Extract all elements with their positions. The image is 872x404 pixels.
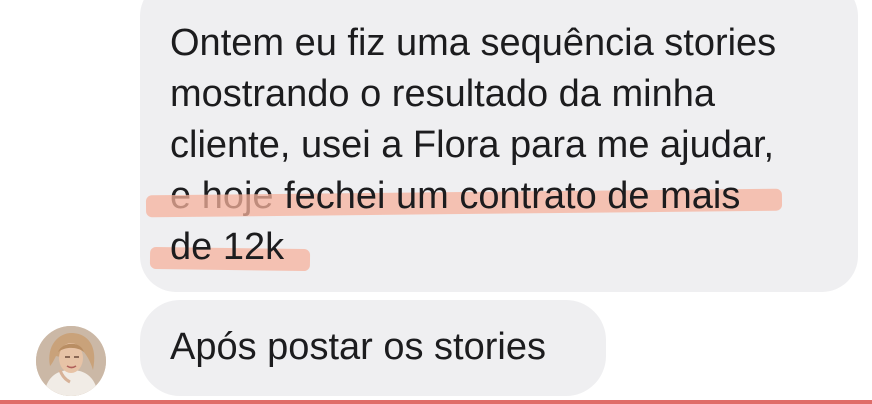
message-text: Após postar os stories — [170, 326, 546, 368]
bottom-edge — [0, 400, 872, 404]
avatar[interactable] — [36, 326, 106, 396]
message-line: Ontem eu fiz uma sequência stories — [170, 22, 777, 64]
message-bubble[interactable]: Após postar os stories — [140, 300, 606, 396]
user-avatar-photo-icon — [36, 326, 106, 396]
message-text: Ontem eu fiz uma sequência stories mostr… — [170, 18, 776, 273]
message-line: mostrando o resultado da minha — [170, 73, 715, 115]
message-bubble[interactable]: Ontem eu fiz uma sequência stories mostr… — [140, 0, 858, 292]
message-line: de 12k — [170, 222, 776, 273]
highlighted-text: de 12k — [170, 226, 285, 268]
highlighted-text: fechei um contrato de mais — [284, 175, 741, 217]
chat-screen: Ontem eu fiz uma sequência stories mostr… — [0, 0, 872, 404]
message-line: cliente, usei a Flora para me ajudar, — [170, 124, 775, 166]
